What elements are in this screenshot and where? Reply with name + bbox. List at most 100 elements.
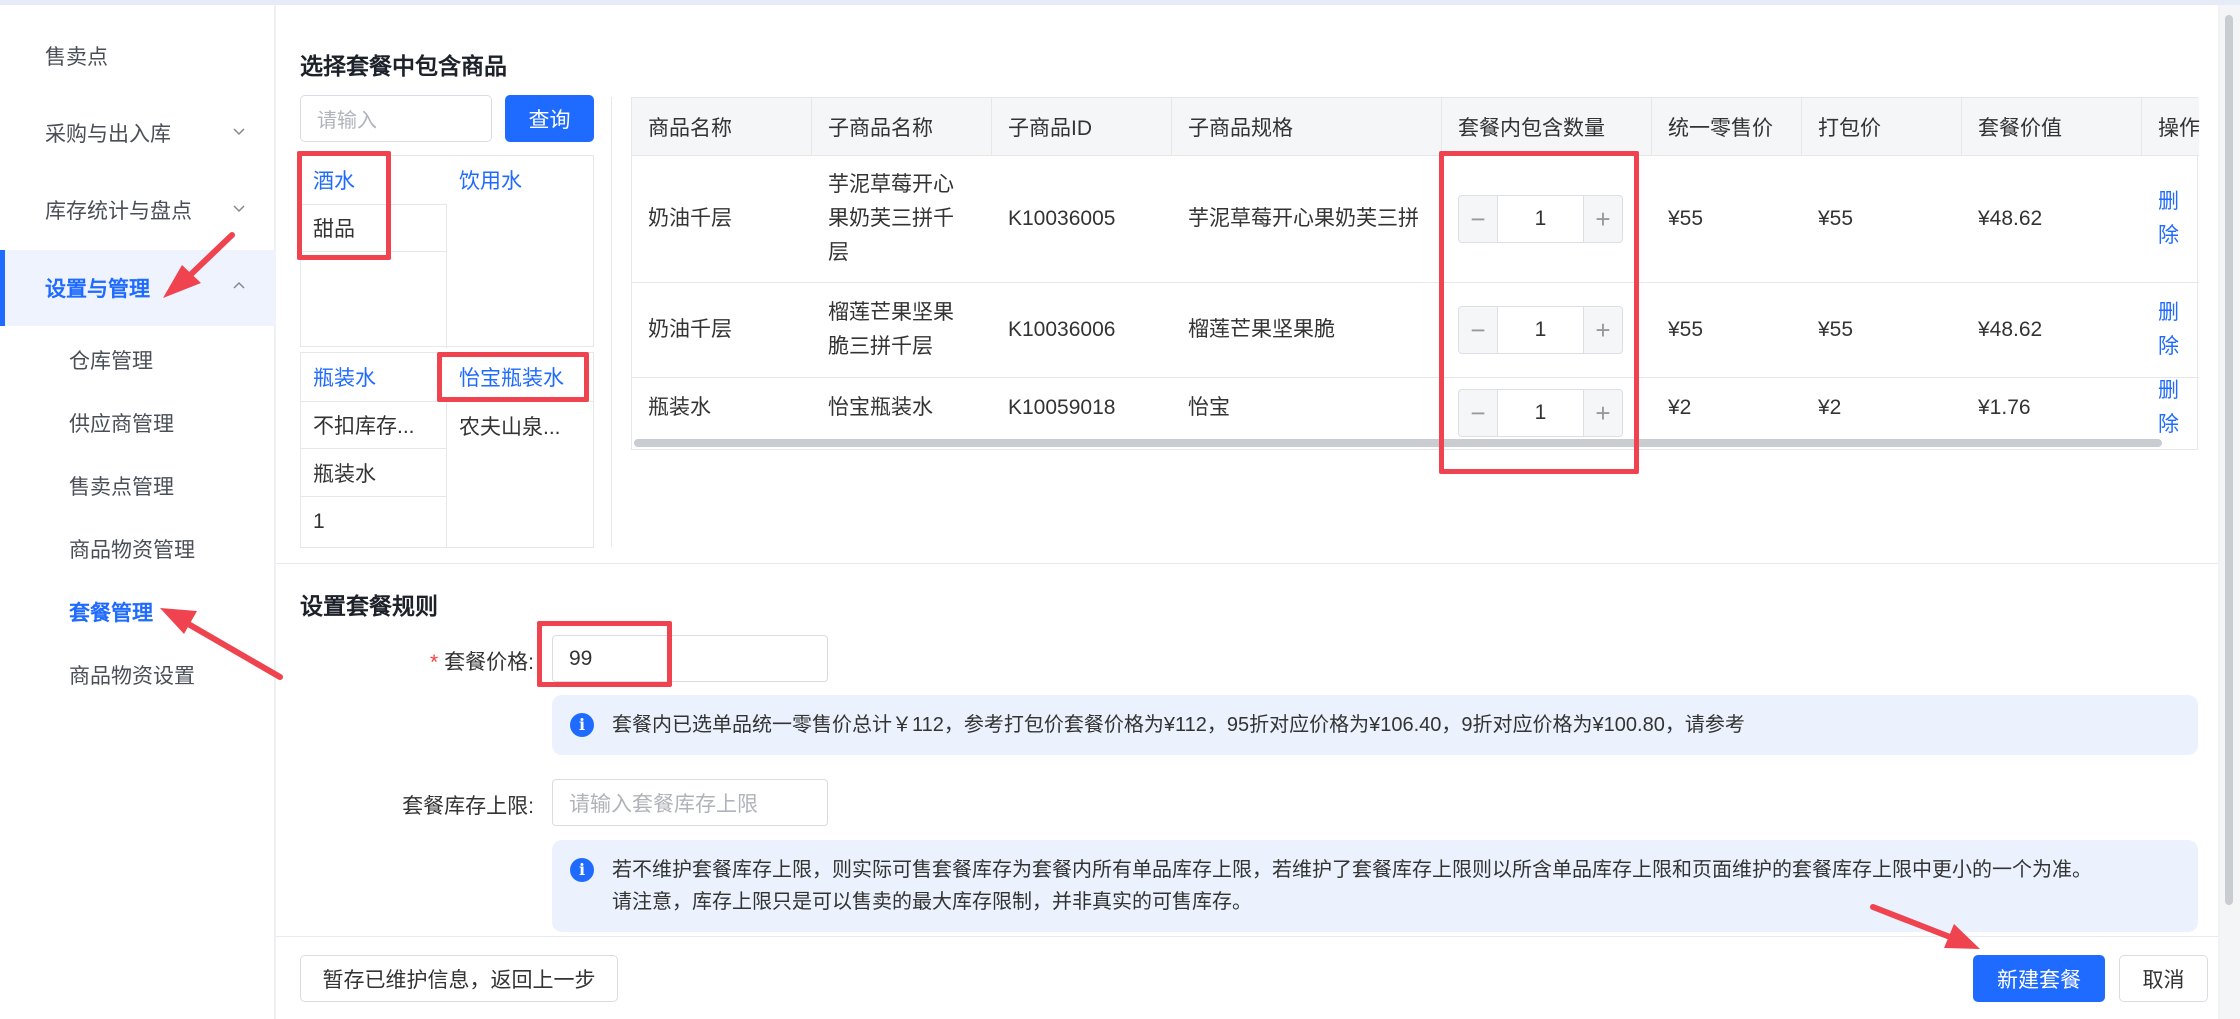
sidebar-item-label: 售卖点 [45,46,108,69]
minus-icon[interactable]: − [1459,196,1497,242]
goods-item[interactable]: 不扣库存... [301,401,447,449]
category-drinking-water[interactable]: 饮用水 [447,156,593,204]
sidebar-sub-label: 仓库管理 [69,350,153,373]
sidebar-item-label: 设置与管理 [45,278,150,301]
quantity-stepper: − 1 + [1458,306,1623,354]
cell-goods-name: 瓶装水 [648,396,711,419]
price-label: * 套餐价格: [376,646,534,676]
quantity-input[interactable]: 1 [1497,196,1584,242]
minus-icon[interactable]: − [1459,307,1497,353]
price-label-text: 套餐价格: [444,651,534,674]
cell-pack: ¥55 [1818,207,1854,230]
sidebar-sub-goods-settings[interactable]: 商品物资设置 [0,644,275,706]
col-action: 操作 [2142,98,2200,156]
cell-value: ¥1.76 [1978,396,2031,419]
chevron-down-icon [233,128,245,136]
minus-icon[interactable]: − [1459,390,1497,436]
stock-placeholder: 请输入套餐库存上限 [569,792,758,816]
plus-icon[interactable]: + [1584,196,1622,242]
cell-retail: ¥2 [1668,396,1692,419]
sidebar-item-purchase[interactable]: 采购与出入库 [0,95,275,171]
col-value: 套餐价值 [1962,98,2142,156]
cell-goods-name: 奶油千层 [648,207,732,230]
footer-bar: 暂存已维护信息，返回上一步 新建套餐 取消 [276,936,2218,1019]
sidebar-sub-label: 供应商管理 [69,413,174,436]
delete-link[interactable]: 删除 [2142,378,2199,438]
category-dessert[interactable]: 甜品 [301,204,447,252]
sidebar-sub-package[interactable]: 套餐管理 [0,581,275,643]
goods-item[interactable]: 1 [301,497,447,547]
category-cbest-water[interactable]: 怡宝瓶装水 [447,353,593,401]
delete-link[interactable]: 删除 [2142,283,2199,377]
search-placeholder: 请输入 [317,110,377,132]
chevron-down-icon [233,205,245,213]
cancel-button[interactable]: 取消 [2119,955,2208,1002]
cell-retail: ¥55 [1668,318,1704,341]
sidebar-sub-label: 商品物资设置 [69,665,195,688]
col-qty: 套餐内包含数量 [1442,98,1652,156]
sidebar-item-settings[interactable]: 设置与管理 [0,250,275,326]
stock-limit-input[interactable]: 请输入套餐库存上限 [552,779,828,826]
vertical-divider [611,97,612,547]
cell-sub-id: K10036006 [1008,318,1116,341]
info-icon: i [570,858,594,882]
sidebar-item-label: 采购与出入库 [45,123,171,146]
cell-sub-id: K10036005 [1008,207,1116,230]
cell-sub-id: K10059018 [1008,396,1116,419]
rules-section-title: 设置套餐规则 [300,593,438,619]
price-info-text: 套餐内已选单品统一零售价总计￥112，参考打包价套餐价格为¥112，95折对应价… [612,714,1745,736]
sidebar-sub-warehouse[interactable]: 仓库管理 [0,329,275,391]
chevron-up-icon [233,281,245,289]
delete-link[interactable]: 删除 [2142,156,2199,282]
stock-label: 套餐库存上限: [402,795,534,818]
category-wine[interactable]: 酒水 [301,156,447,204]
price-input[interactable]: 99 [552,635,828,682]
cell-value: ¥48.62 [1978,318,2043,341]
sidebar-sub-label: 套餐管理 [69,602,153,625]
sidebar: 售卖点 采购与出入库 库存统计与盘点 设置与管理 仓库管理 供应商管理 售卖点管… [0,5,275,1019]
category-bottled-water[interactable]: 瓶装水 [301,353,447,401]
sidebar-sub-sales-point[interactable]: 售卖点管理 [0,455,275,517]
col-sub-name: 子商品名称 [812,98,992,156]
col-spec: 子商品规格 [1172,98,1442,156]
quantity-stepper: − 1 + [1458,389,1623,437]
cell-spec: 芋泥草莓开心果奶芙三拼 [1188,207,1419,230]
cell-sub-name: 榴莲芒果坚果脆三拼千层 [828,301,954,358]
sidebar-sub-label: 商品物资管理 [69,539,195,562]
info-icon: i [570,713,594,737]
table-horizontal-scrollbar[interactable] [634,439,2162,447]
sidebar-item-inventory[interactable]: 库存统计与盘点 [0,172,275,248]
section-divider [276,563,2218,564]
search-input[interactable]: 请输入 [300,95,492,142]
cell-retail: ¥55 [1668,207,1704,230]
stock-info-line2: 请注意，库存上限只是可以售卖的最大库存限制，并非真实的可售库存。 [612,891,1252,913]
page-vertical-scrollbar[interactable] [2220,5,2240,1019]
quantity-input[interactable]: 1 [1497,307,1584,353]
plus-icon[interactable]: + [1584,307,1622,353]
cell-pack: ¥2 [1818,396,1842,419]
cell-value: ¥48.62 [1978,207,2043,230]
cell-sub-name: 怡宝瓶装水 [828,396,933,419]
sidebar-sub-goods[interactable]: 商品物资管理 [0,518,275,580]
category-panel-bottom: 瓶装水 怡宝瓶装水 不扣库存... 瓶装水 1 农夫山泉... [300,352,594,548]
goods-item[interactable]: 农夫山泉... [447,401,593,449]
quantity-input[interactable]: 1 [1497,390,1584,436]
cell-sub-name: 芋泥草莓开心果奶芙三拼千层 [828,173,954,264]
select-section-title: 选择套餐中包含商品 [300,53,507,79]
quantity-stepper: − 1 + [1458,195,1623,243]
save-draft-button[interactable]: 暂存已维护信息，返回上一步 [300,955,618,1002]
stock-info-alert: i 若不维护套餐库存上限，则实际可售套餐库存为套餐内所有单品库存上限，若维护了套… [552,840,2198,932]
scrollbar-thumb[interactable] [2225,15,2233,905]
col-pack: 打包价 [1802,98,1962,156]
cell-pack: ¥55 [1818,318,1854,341]
create-package-button[interactable]: 新建套餐 [1973,955,2105,1002]
sidebar-item-sales-point[interactable]: 售卖点 [0,18,275,94]
search-button[interactable]: 查询 [505,95,594,142]
plus-icon[interactable]: + [1584,390,1622,436]
cell-goods-name: 奶油千层 [648,318,732,341]
sidebar-sub-supplier[interactable]: 供应商管理 [0,392,275,454]
required-mark: * [429,651,439,674]
sidebar-item-label: 库存统计与盘点 [45,200,192,223]
goods-item[interactable]: 瓶装水 [301,449,447,497]
cell-spec: 怡宝 [1188,396,1230,419]
